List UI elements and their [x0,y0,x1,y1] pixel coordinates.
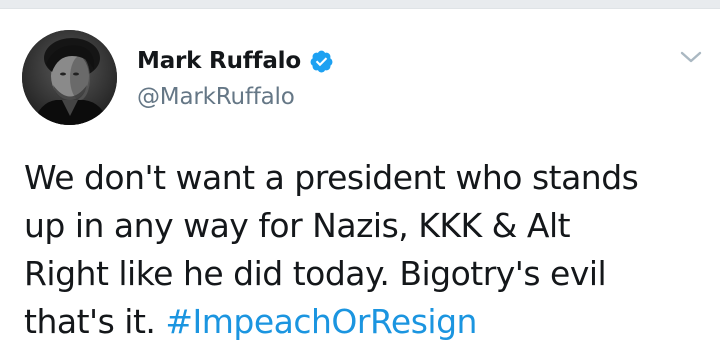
tweet-text-line: Right like he did today. Bigotry's evil [24,254,607,293]
avatar[interactable] [22,30,117,125]
avatar-image [22,30,117,125]
tweet-text-line: We don't want a president who stands [24,158,639,197]
tweet-text: We don't want a president who stands up i… [24,154,714,346]
chevron-down-icon[interactable] [676,45,706,69]
tweet-text-line: up in any way for Nazis, KKK & Alt [24,206,571,245]
verified-badge-icon [309,49,334,74]
hashtag-link[interactable]: #ImpeachOrResign [165,302,477,341]
tweet-text-line: that's it. [24,302,156,341]
display-name[interactable]: Mark Ruffalo [137,48,301,74]
tweet-card[interactable]: Mark Ruffalo @MarkRuffalo We don't want … [0,9,720,358]
author-row[interactable]: Mark Ruffalo [137,44,334,78]
top-divider [0,0,720,9]
username[interactable]: @MarkRuffalo [137,84,295,110]
